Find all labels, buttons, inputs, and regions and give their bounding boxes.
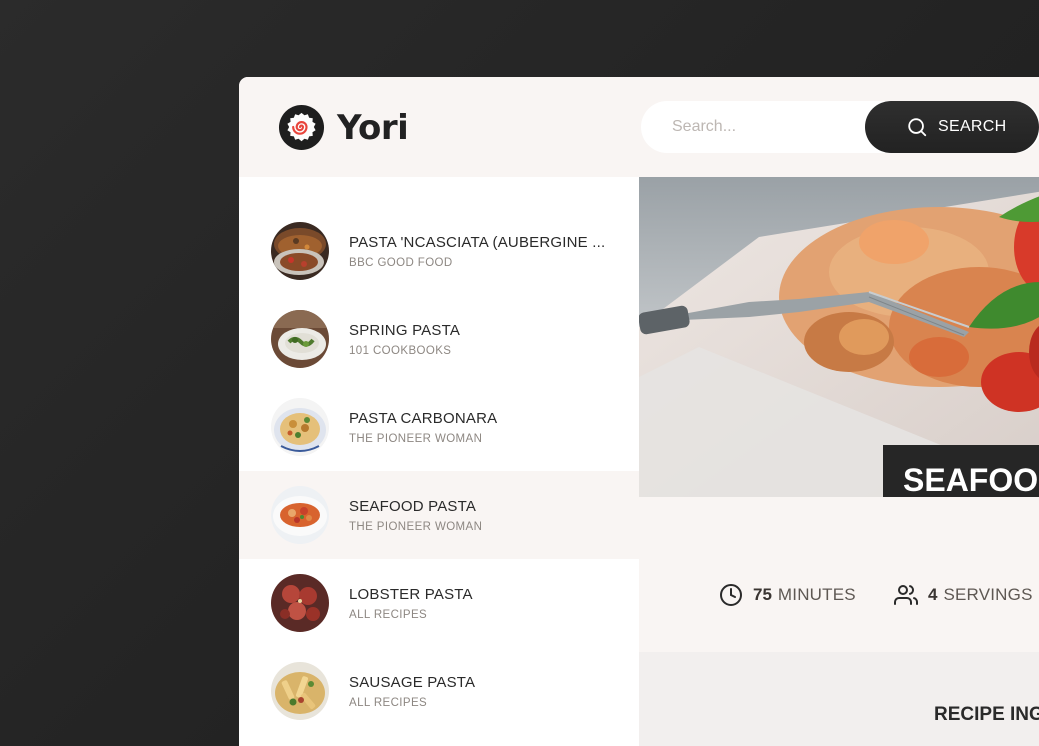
recipe-thumbnail bbox=[271, 310, 329, 368]
naruto-logo-icon bbox=[278, 104, 325, 151]
search-button[interactable]: SEARCH bbox=[865, 101, 1039, 153]
ingredients-heading: RECIPE INGREDIENTS bbox=[934, 704, 1039, 725]
recipe-thumbnail bbox=[271, 486, 329, 544]
cooking-time: 75 MINUTES bbox=[719, 583, 856, 607]
servings-unit: SERVINGS bbox=[943, 585, 1033, 604]
result-title: SAUSAGE PASTA bbox=[349, 673, 476, 691]
search-results: PASTA 'NCASCIATA (AUBERGINE ... BBC GOOD… bbox=[239, 177, 639, 746]
result-publisher: 101 COOKBOOKS bbox=[349, 344, 452, 357]
result-publisher: THE PIONEER WOMAN bbox=[349, 432, 483, 445]
recipe-details: 75 MINUTES 4 SERVINGS bbox=[639, 497, 1039, 652]
recipe-thumbnail bbox=[271, 574, 329, 632]
result-publisher: ALL RECIPES bbox=[349, 608, 428, 621]
recipe-view: SEAFOOD PASTA 75 MINUTES 4 SERVINGS bbox=[639, 177, 1039, 746]
result-title: LOBSTER PASTA bbox=[349, 585, 473, 603]
servings: 4 SERVINGS bbox=[894, 583, 1033, 607]
recipe-thumbnail bbox=[271, 662, 329, 720]
result-item[interactable]: PASTA CARBONARA THE PIONEER WOMAN bbox=[239, 383, 639, 471]
recipe-thumbnail bbox=[271, 398, 329, 456]
recipe-thumbnail bbox=[271, 222, 329, 280]
search-input[interactable] bbox=[641, 101, 871, 153]
servings-value: 4 bbox=[928, 585, 938, 604]
result-title: SPRING PASTA bbox=[349, 321, 461, 339]
recipe-ingredients: RECIPE INGREDIENTS bbox=[639, 652, 1039, 746]
search-icon bbox=[908, 118, 927, 137]
result-item[interactable]: LOBSTER PASTA ALL RECIPES bbox=[239, 559, 639, 647]
app-window: Yori SEARCH bbox=[239, 77, 1039, 746]
result-item[interactable]: PASTA 'NCASCIATA (AUBERGINE ... BBC GOOD… bbox=[239, 207, 639, 295]
result-title: SEAFOOD PASTA bbox=[349, 497, 477, 515]
result-title: PASTA CARBONARA bbox=[349, 409, 498, 427]
result-item[interactable]: SAUSAGE PASTA ALL RECIPES bbox=[239, 647, 639, 735]
result-item-active[interactable]: SEAFOOD PASTA THE PIONEER WOMAN bbox=[239, 471, 639, 559]
result-publisher: THE PIONEER WOMAN bbox=[349, 520, 483, 533]
search-form: SEARCH bbox=[641, 101, 1039, 153]
cooking-time-unit: MINUTES bbox=[777, 585, 856, 604]
cooking-time-value: 75 bbox=[753, 585, 772, 604]
search-button-label: SEARCH bbox=[938, 118, 1007, 135]
header: Yori SEARCH bbox=[239, 77, 1039, 177]
result-item[interactable]: SPRING PASTA 101 COOKBOOKS bbox=[239, 295, 639, 383]
result-publisher: ALL RECIPES bbox=[349, 696, 428, 709]
users-icon bbox=[894, 585, 918, 605]
result-publisher: BBC GOOD FOOD bbox=[349, 256, 453, 269]
logo[interactable]: Yori bbox=[278, 104, 409, 151]
clock-icon bbox=[720, 584, 742, 606]
logo-text: Yori bbox=[337, 107, 409, 148]
result-title: PASTA 'NCASCIATA (AUBERGINE ... bbox=[349, 233, 606, 251]
